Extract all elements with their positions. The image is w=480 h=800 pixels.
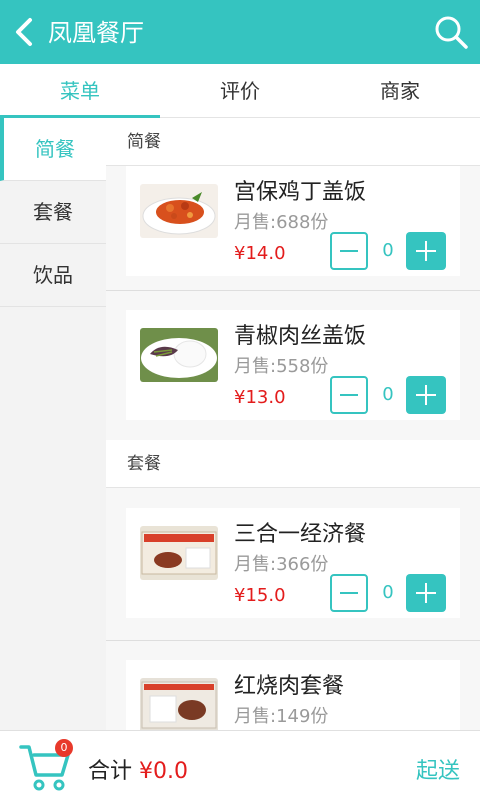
- quantity-value: 0: [382, 384, 394, 405]
- dish-name: 红烧肉套餐: [234, 674, 345, 699]
- decrease-quantity-button[interactable]: [330, 376, 368, 414]
- increase-quantity-button[interactable]: [406, 232, 446, 270]
- dish-price: ¥14.0: [234, 243, 286, 264]
- increase-quantity-button[interactable]: [406, 376, 446, 414]
- cart-total: 合计 ¥0.0: [88, 753, 188, 785]
- page-title: 凤凰餐厅: [48, 19, 144, 47]
- monthly-sales: 月售:366份: [234, 554, 329, 575]
- dish-name: 宫保鸡丁盖饭: [234, 180, 367, 205]
- sidebar-item-drinks[interactable]: 饮品: [0, 244, 106, 307]
- quantity-value: 0: [382, 240, 394, 261]
- decrease-quantity-button[interactable]: [330, 574, 368, 612]
- dish-card[interactable]: 三合一经济餐 月售:366份 ¥15.0 0: [126, 508, 460, 618]
- sidebar-item-set-meals[interactable]: 套餐: [0, 181, 106, 244]
- monthly-sales: 月售:558份: [234, 356, 329, 377]
- dish-photo: [140, 526, 218, 580]
- total-value: ¥0.0: [139, 759, 188, 784]
- dish-photo: [140, 328, 218, 382]
- dish-price: ¥13.0: [234, 387, 286, 408]
- tab-merchant[interactable]: 商家: [320, 64, 480, 118]
- total-label: 合计: [88, 759, 139, 784]
- divider: [106, 640, 480, 641]
- tab-bar: 菜单 评价 商家: [0, 64, 480, 118]
- dish-name: 青椒肉丝盖饭: [234, 324, 367, 349]
- divider: [106, 290, 480, 291]
- dish-photo: [140, 184, 218, 238]
- decrease-quantity-button[interactable]: [330, 232, 368, 270]
- sidebar-item-simple-meals[interactable]: 简餐: [0, 118, 106, 181]
- tab-reviews[interactable]: 评价: [160, 64, 320, 118]
- category-sidebar: 简餐 套餐 饮品: [0, 118, 106, 730]
- menu-list[interactable]: 简餐 宫保鸡丁盖饭 月售:688份 ¥14.0 0 青椒肉丝盖饭 月售:558份…: [106, 118, 480, 730]
- dish-price: ¥15.0: [234, 585, 286, 606]
- dish-photo: [140, 678, 218, 730]
- dish-name: 三合一经济餐: [234, 522, 367, 547]
- search-icon[interactable]: [434, 15, 468, 49]
- section-header: 简餐: [106, 118, 480, 166]
- back-chevron-icon[interactable]: [10, 16, 42, 48]
- cart-count-badge: 0: [55, 739, 73, 757]
- app-header: 凤凰餐厅: [0, 0, 480, 64]
- tab-menu[interactable]: 菜单: [0, 64, 160, 118]
- monthly-sales: 月售:149份: [234, 706, 329, 727]
- monthly-sales: 月售:688份: [234, 212, 329, 233]
- cart-bar: 0 合计 ¥0.0 起送: [0, 730, 480, 800]
- minimum-delivery-button[interactable]: 起送: [416, 753, 460, 785]
- quantity-value: 0: [382, 582, 394, 603]
- increase-quantity-button[interactable]: [406, 574, 446, 612]
- section-header: 套餐: [106, 440, 480, 488]
- dish-card[interactable]: 青椒肉丝盖饭 月售:558份 ¥13.0 0: [126, 310, 460, 420]
- dish-card[interactable]: 宫保鸡丁盖饭 月售:688份 ¥14.0 0: [126, 166, 460, 276]
- dish-card[interactable]: 红烧肉套餐 月售:149份: [126, 660, 460, 730]
